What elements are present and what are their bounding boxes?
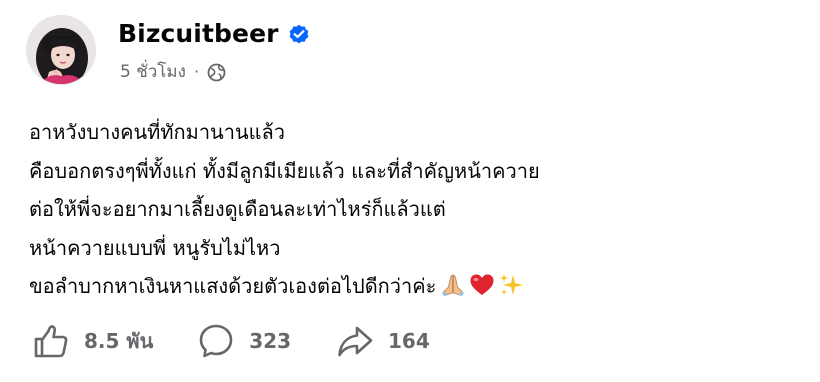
meta-separator: ·: [193, 62, 200, 81]
post-actions: 8.5 พัน 323 164: [32, 322, 430, 360]
emoji-group: [440, 272, 526, 298]
red-heart-icon: [470, 274, 494, 295]
sparkles-icon: [500, 273, 524, 295]
like-button[interactable]: 8.5 พัน: [32, 322, 153, 360]
verified-badge-icon: [288, 23, 310, 45]
thumbs-up-icon: [32, 322, 70, 360]
post-line-5: ขอลำบากหาเงินหาแสงด้วยตัวเองต่อไปดีกว่าค…: [29, 274, 437, 298]
share-count: 164: [388, 329, 430, 353]
post-line-4: หน้าควายแบบพี่ หนูรับไม่ไหว: [29, 235, 281, 260]
post-line-1: อาหวังบางคนที่ทักมานานแล้ว: [29, 120, 286, 144]
globe-icon[interactable]: [207, 63, 226, 82]
comment-button[interactable]: 323: [197, 322, 291, 360]
post-line-2: คือบอกตรงๆพี่ทั้งแก่ ทั้งมีลูกมีเมียแล้ว…: [29, 158, 540, 183]
facebook-post: Bizcuitbeer 5 ชั่วโมง · อาหวังบางคนที่ทั…: [0, 0, 820, 382]
post-line-3: ต่อให้พี่จะอยากมาเลี้ยงดูเดือนละเท่าไหร่…: [29, 197, 446, 221]
post-timestamp[interactable]: 5 ชั่วโมง: [120, 60, 186, 84]
author-name[interactable]: Bizcuitbeer: [118, 19, 279, 49]
comment-bubble-icon: [197, 322, 235, 360]
post-meta: 5 ชั่วโมง ·: [120, 60, 226, 84]
author-avatar[interactable]: [26, 15, 96, 85]
share-arrow-icon: [336, 322, 374, 360]
post-line-5-wrap: ขอลำบากหาเงินหาแสงด้วยตัวเองต่อไปดีกว่าค…: [29, 267, 799, 306]
author-header: Bizcuitbeer: [118, 19, 310, 49]
comment-count: 323: [249, 329, 291, 353]
post-body: อาหวังบางคนที่ทักมานานแล้ว คือบอกตรงๆพี่…: [29, 113, 799, 306]
share-button[interactable]: 164: [336, 322, 430, 360]
like-count: 8.5 พัน: [84, 329, 154, 353]
avatar-photo: [27, 16, 95, 84]
folded-hands-icon: [442, 273, 465, 296]
